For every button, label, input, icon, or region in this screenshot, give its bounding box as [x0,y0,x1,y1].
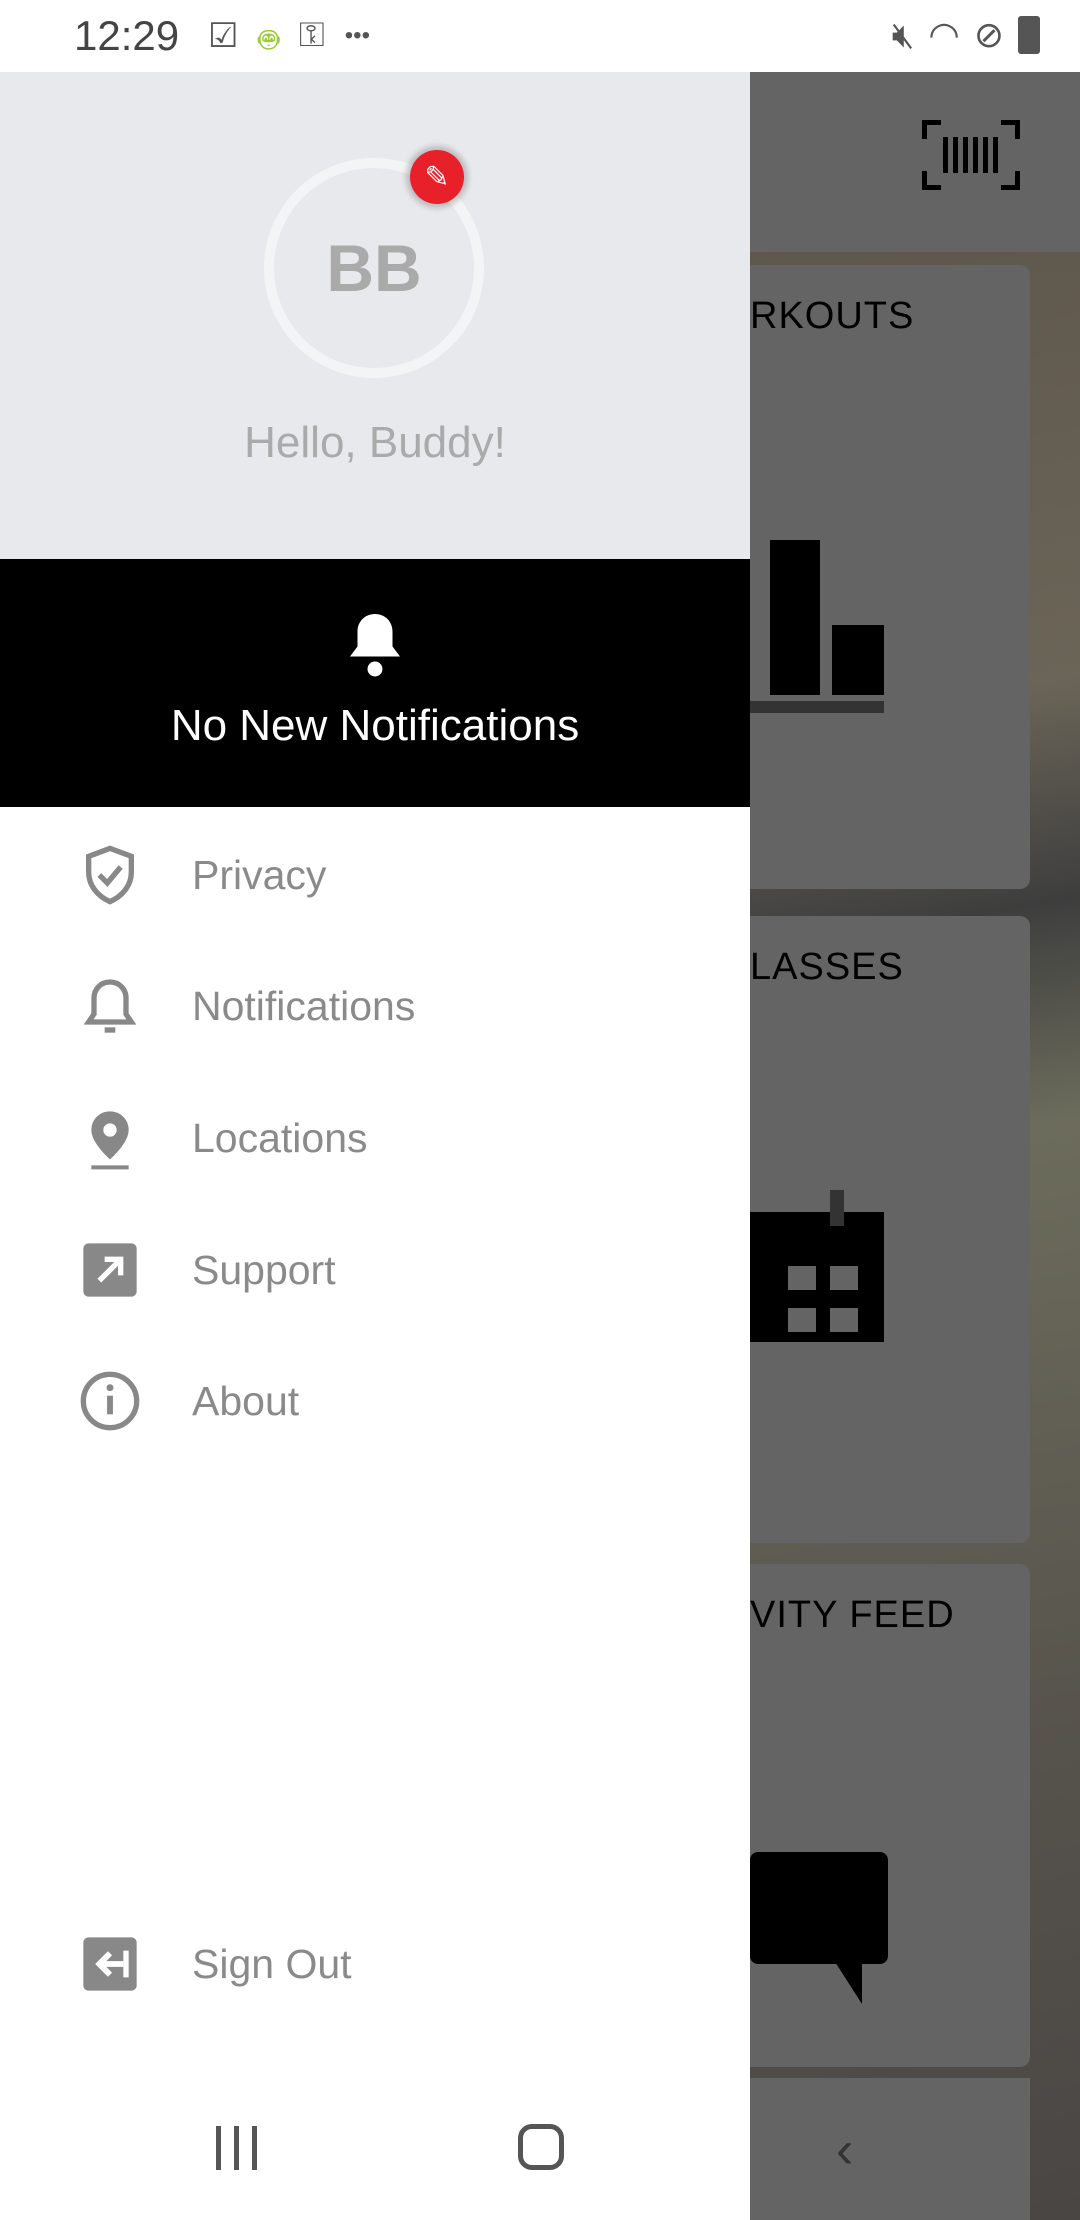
home-top-bar [750,72,1080,252]
menu-item-notifications[interactable]: Notifications [0,946,750,1066]
recent-apps-button[interactable] [216,2126,260,2170]
back-button[interactable]: ‹ [836,2120,853,2180]
mute-icon: 🔇︎ [891,14,915,55]
bell-icon [83,979,137,1033]
more-dots-icon: ••• [344,22,370,49]
key-sim-icon: ⚿ [298,16,325,54]
menu-item-label: About [192,1377,300,1424]
dnd-icon: ⊘ [973,14,1004,55]
menu-item-about[interactable]: About [0,1341,750,1461]
menu-item-privacy[interactable]: Privacy [0,815,750,935]
pencil-icon[interactable]: ✎ [410,150,464,204]
status-time: 12:29 [74,12,180,59]
menu-item-locations[interactable]: Locations [0,1078,750,1198]
info-icon [80,1371,140,1431]
sign-out-icon [83,1937,137,1991]
menu-item-label: Support [192,1246,336,1293]
menu-item-label: Locations [192,1114,368,1161]
menu-item-label: Privacy [192,851,327,898]
map-pin-icon [91,1111,129,1170]
home-button[interactable] [518,2124,564,2170]
task-check-icon: ☑ [208,17,239,55]
card-title: RKOUTS [750,295,915,337]
system-nav-bar: ‹ [0,2078,1080,2220]
barcode-icon[interactable] [922,120,1020,190]
card-title: LASSES [750,946,904,988]
sign-out-button[interactable]: Sign Out [0,1904,750,2024]
greeting: Hello, Buddy! [244,418,506,467]
battery-icon [1018,16,1040,54]
sign-out-label: Sign Out [192,1940,352,1987]
android-icon: 🤖︎ [258,21,279,59]
card-title: VITY FEED [750,1594,955,1636]
navigation-drawer: BB ✎ Hello, Buddy! No New Notifications … [0,72,750,2220]
wifi-icon: ◠ [928,14,960,55]
external-link-icon [83,1243,137,1297]
notifications-banner[interactable]: No New Notifications [0,559,750,807]
status-bar: 12:29 ☑ 🤖︎ ⚿ ••• 🔇︎ ◠ ⊘ [0,0,1080,72]
profile-header: BB ✎ Hello, Buddy! [0,72,750,559]
bell-icon [350,614,400,677]
menu-item-label: Notifications [192,982,416,1029]
shield-check-icon [86,845,134,905]
menu-item-support[interactable]: Support [0,1210,750,1330]
notifications-banner-text: No New Notifications [170,701,580,750]
